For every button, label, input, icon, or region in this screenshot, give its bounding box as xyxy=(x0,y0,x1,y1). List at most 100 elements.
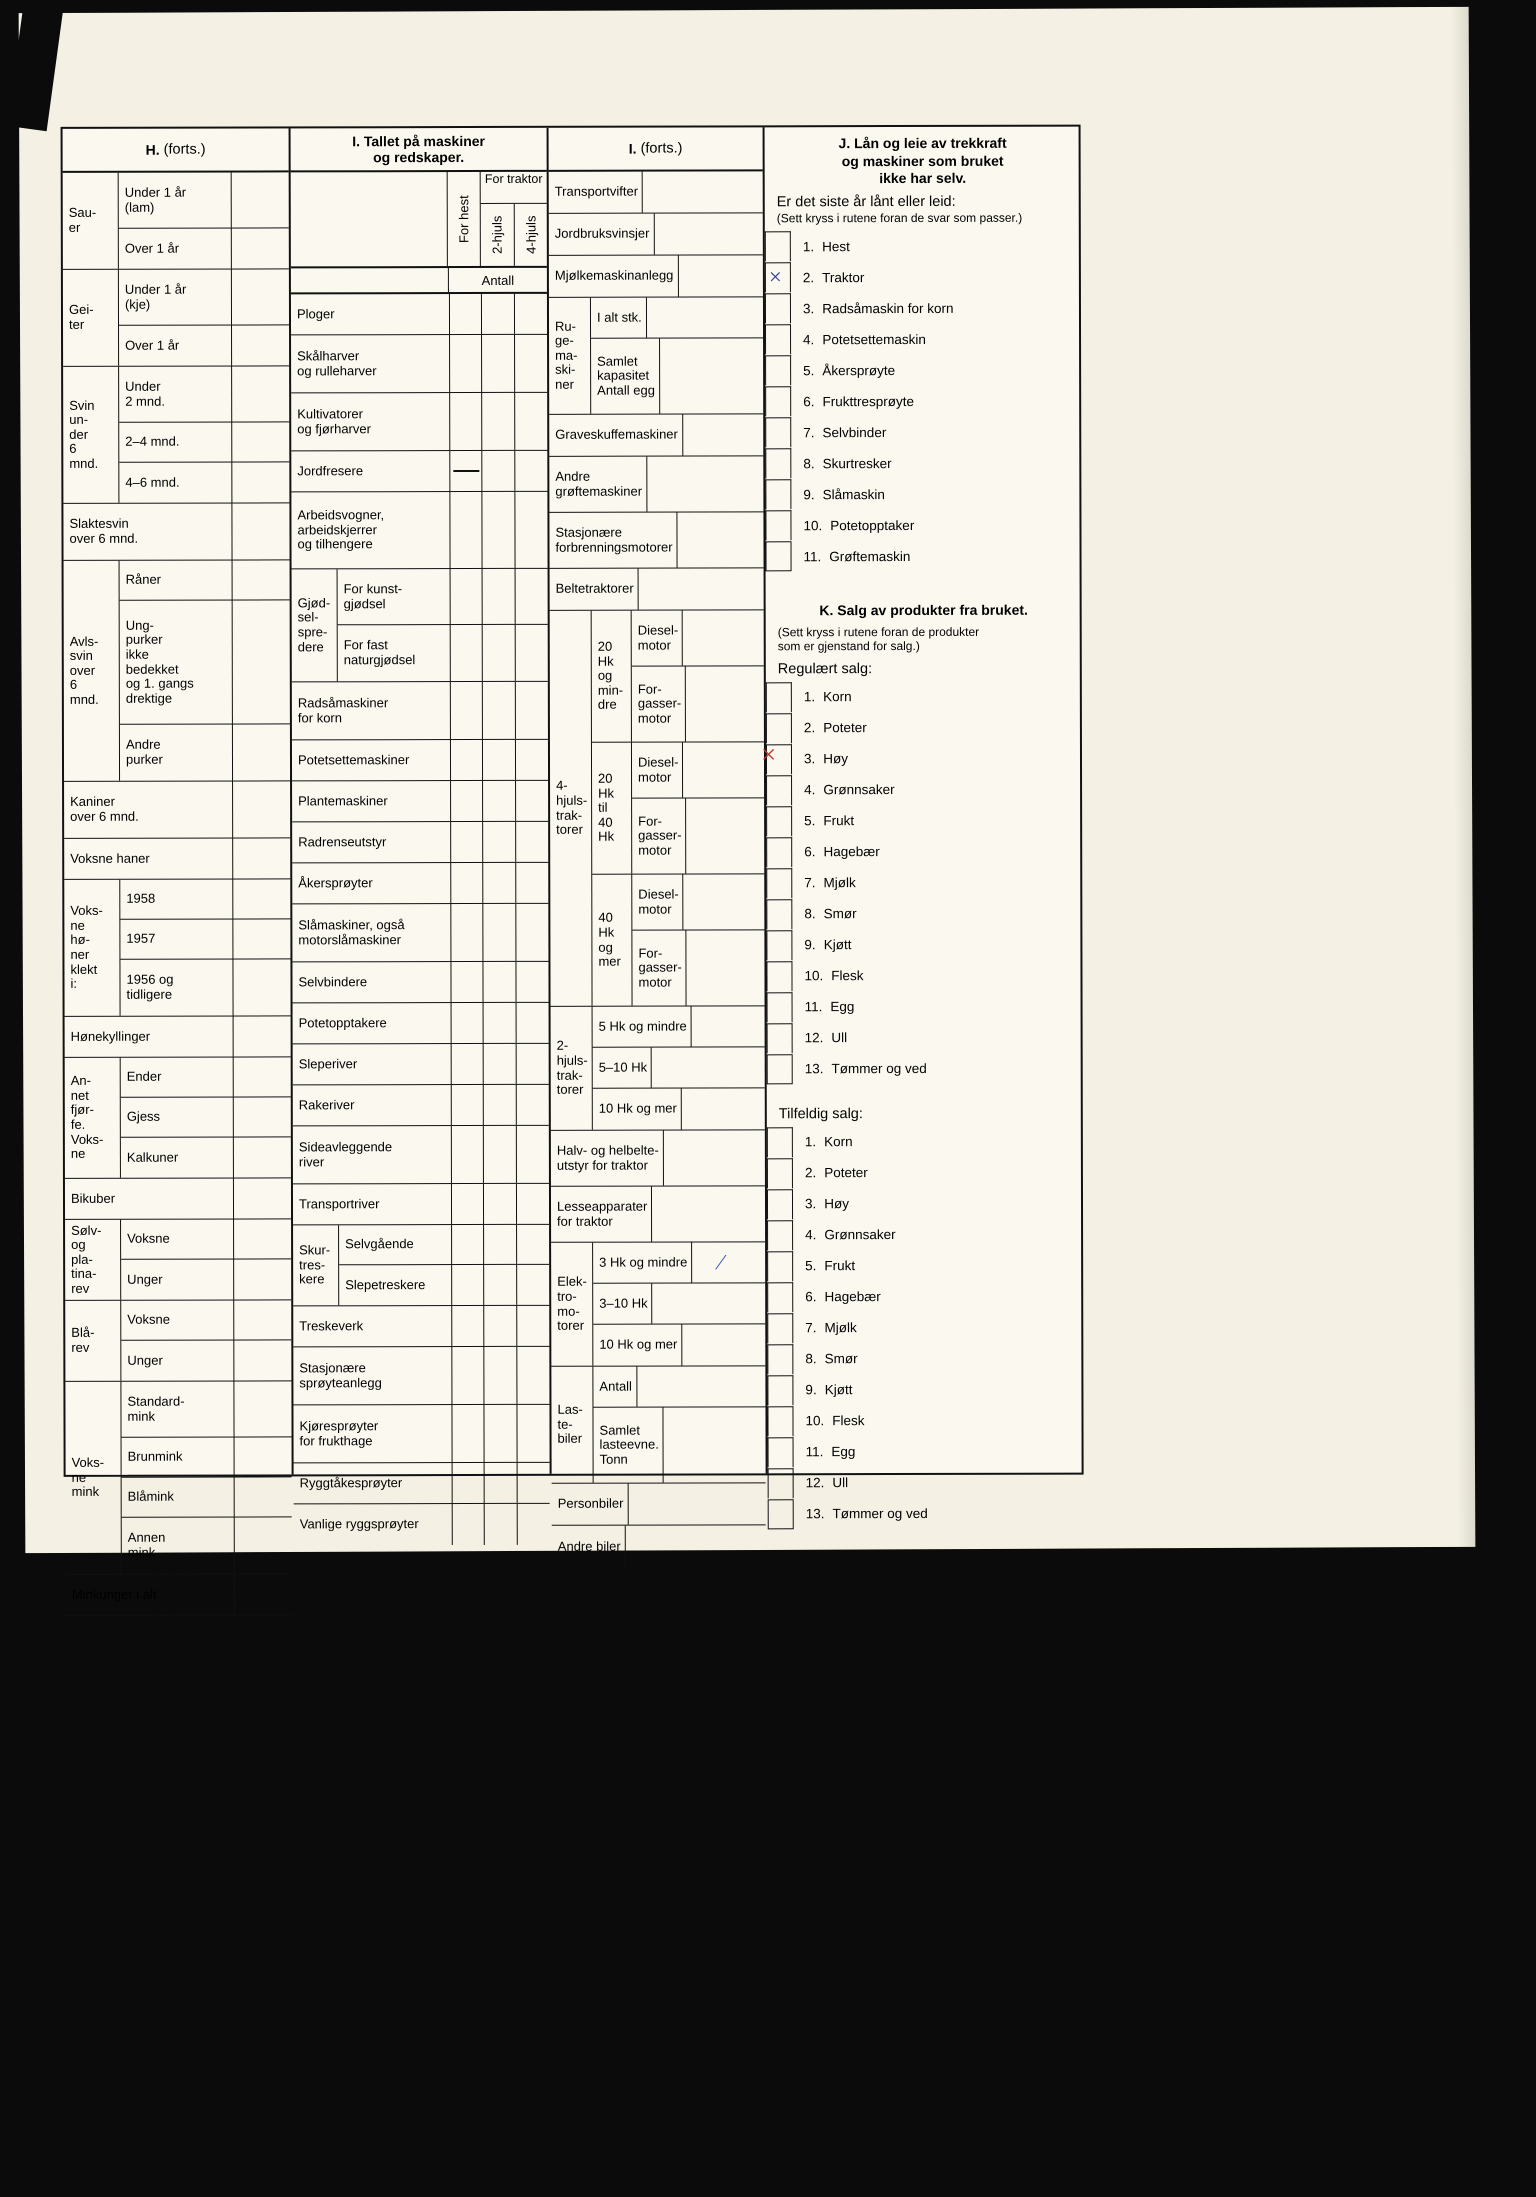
for-horse-cell[interactable] xyxy=(451,1224,484,1265)
two-wheel-cell[interactable] xyxy=(483,1404,517,1462)
section-j-item[interactable]: 5. Åkersprøyte xyxy=(765,354,1071,386)
machines-cont-value-cell[interactable] xyxy=(651,1186,710,1242)
section-k-occasional-item[interactable]: 6. Hagebær xyxy=(767,1281,1073,1313)
four-wheel-cell[interactable] xyxy=(515,1084,549,1125)
section-k-regular-checkbox[interactable] xyxy=(766,991,793,1022)
four-wheel-cell[interactable] xyxy=(514,739,549,780)
livestock-value-cell[interactable] xyxy=(232,879,291,919)
livestock-value-cell[interactable] xyxy=(233,1300,292,1340)
section-k-occasional-checkbox[interactable] xyxy=(767,1312,794,1343)
machines-cont-value-cell[interactable] xyxy=(645,297,704,338)
two-wheel-cell[interactable] xyxy=(482,1125,516,1183)
four-wheel-cell[interactable] xyxy=(515,903,549,961)
section-j-item[interactable]: 6. Frukttresprøyte xyxy=(765,385,1071,417)
two-wheel-cell[interactable] xyxy=(482,862,516,903)
livestock-value-cell[interactable] xyxy=(233,1477,292,1517)
machines-cont-value-cell[interactable] xyxy=(682,610,741,666)
four-wheel-cell[interactable] xyxy=(516,1305,550,1346)
section-k-regular-item[interactable]: 9. Kjøtt xyxy=(766,929,1072,961)
section-k-occasional-item[interactable]: 11. Egg xyxy=(767,1436,1074,1468)
four-wheel-cell[interactable] xyxy=(515,1125,549,1183)
two-wheel-cell[interactable] xyxy=(483,1305,517,1346)
section-j-checkbox[interactable] xyxy=(764,293,792,324)
livestock-value-cell[interactable] xyxy=(233,1517,292,1574)
two-wheel-cell[interactable] xyxy=(480,293,515,334)
four-wheel-cell[interactable] xyxy=(515,961,549,1002)
for-horse-cell[interactable] xyxy=(450,1183,484,1225)
machines-cont-value-cell[interactable] xyxy=(676,512,735,568)
section-k-occasional-item[interactable]: 9. Kjøtt xyxy=(767,1374,1073,1406)
two-wheel-cell[interactable] xyxy=(481,491,515,568)
four-wheel-cell[interactable] xyxy=(516,1346,550,1404)
section-k-regular-item[interactable]: 11. Egg xyxy=(766,991,1073,1023)
four-wheel-cell[interactable] xyxy=(514,392,548,450)
section-k-occasional-checkbox[interactable] xyxy=(767,1374,794,1405)
livestock-value-cell[interactable] xyxy=(231,724,291,781)
livestock-value-cell[interactable] xyxy=(232,1057,291,1097)
four-wheel-cell[interactable] xyxy=(516,1404,550,1462)
four-wheel-cell[interactable] xyxy=(515,780,549,821)
section-j-item[interactable]: 1. Hest xyxy=(764,230,1071,262)
machines-cont-value-cell[interactable] xyxy=(682,742,741,798)
livestock-value-cell[interactable] xyxy=(232,838,291,879)
for-horse-cell[interactable] xyxy=(450,862,483,904)
machines-cont-value-cell[interactable]: ∕ xyxy=(691,1242,750,1283)
section-k-regular-checkbox[interactable] xyxy=(766,867,793,898)
for-horse-cell[interactable] xyxy=(449,491,482,569)
livestock-value-cell[interactable] xyxy=(232,1178,292,1219)
four-wheel-cell[interactable] xyxy=(514,334,548,392)
for-horse-cell[interactable] xyxy=(449,568,482,625)
machines-cont-value-cell[interactable] xyxy=(651,1047,710,1088)
livestock-value-cell[interactable] xyxy=(232,1016,291,1057)
for-horse-cell[interactable] xyxy=(449,334,482,393)
two-wheel-cell[interactable] xyxy=(481,681,515,739)
machines-cont-value-cell[interactable] xyxy=(685,798,744,874)
machines-cont-value-cell[interactable] xyxy=(680,1088,739,1130)
section-k-regular-checkbox[interactable] xyxy=(766,836,793,867)
four-wheel-cell[interactable] xyxy=(515,1002,549,1043)
for-horse-cell[interactable] xyxy=(451,1346,484,1405)
section-j-checkbox[interactable] xyxy=(765,386,792,417)
section-j-item[interactable]: 8. Skurtresker xyxy=(765,447,1071,479)
livestock-value-cell[interactable] xyxy=(233,1437,292,1477)
section-k-occasional-checkbox[interactable] xyxy=(767,1281,794,1312)
two-wheel-cell[interactable] xyxy=(482,1183,517,1224)
for-horse-cell[interactable] xyxy=(451,1462,484,1504)
two-wheel-cell[interactable] xyxy=(482,903,516,961)
section-j-item[interactable]: 4. Potetsettemaskin xyxy=(765,323,1071,355)
section-k-occasional-checkbox[interactable] xyxy=(767,1343,794,1374)
section-k-regular-checkbox[interactable] xyxy=(766,805,793,836)
for-horse-cell[interactable] xyxy=(451,1305,484,1347)
section-k-regular-checkbox[interactable] xyxy=(766,1022,793,1053)
section-k-occasional-checkbox[interactable] xyxy=(767,1436,794,1467)
livestock-value-cell[interactable] xyxy=(233,1574,292,1615)
section-k-regular-checkbox[interactable] xyxy=(766,960,793,991)
section-j-item[interactable]: 9. Slåmaskin xyxy=(765,478,1071,510)
section-k-regular-item[interactable]: 12. Ull xyxy=(766,1022,1073,1054)
section-j-item[interactable]: 7. Selvbinder xyxy=(765,416,1071,448)
machines-cont-value-cell[interactable] xyxy=(646,456,705,512)
for-horse-cell[interactable] xyxy=(448,293,482,335)
section-k-regular-item[interactable]: 2. Poteter xyxy=(765,712,1072,744)
section-k-occasional-item[interactable]: 7. Mjølk xyxy=(767,1312,1073,1344)
four-wheel-cell[interactable] xyxy=(516,1224,550,1264)
section-k-regular-checkbox[interactable] xyxy=(766,774,793,805)
machines-cont-value-cell[interactable] xyxy=(637,568,696,610)
four-wheel-cell[interactable] xyxy=(515,862,549,903)
section-j-checkbox[interactable]: × xyxy=(764,262,791,293)
section-k-occasional-item[interactable]: 12. Ull xyxy=(767,1467,1074,1499)
machines-cont-value-cell[interactable] xyxy=(627,1483,686,1525)
section-k-occasional-item[interactable]: 8. Smør xyxy=(767,1343,1073,1375)
four-wheel-cell[interactable] xyxy=(516,1264,550,1305)
two-wheel-cell[interactable] xyxy=(481,392,515,450)
section-k-occasional-checkbox[interactable] xyxy=(767,1467,794,1498)
livestock-value-cell[interactable] xyxy=(230,172,289,228)
section-j-checkbox[interactable] xyxy=(765,355,792,386)
livestock-value-cell[interactable] xyxy=(231,422,290,462)
for-horse-cell[interactable] xyxy=(449,392,482,451)
section-k-occasional-item[interactable]: 3. Høy xyxy=(766,1188,1073,1220)
four-wheel-cell[interactable] xyxy=(514,450,548,491)
two-wheel-cell[interactable] xyxy=(482,780,516,821)
section-k-regular-item[interactable]: 5. Frukt xyxy=(766,805,1072,837)
livestock-value-cell[interactable] xyxy=(233,1340,292,1381)
